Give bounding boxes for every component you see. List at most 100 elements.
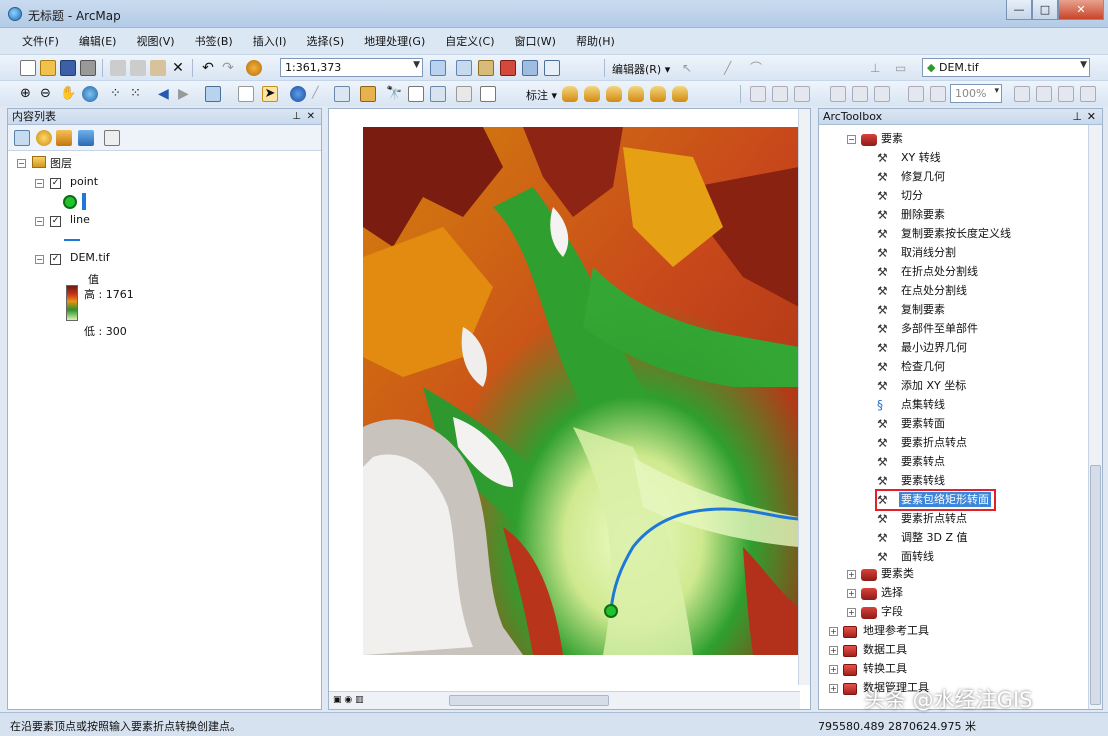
catalog-window-icon[interactable] [478, 60, 494, 76]
data-driven-pages-icon[interactable] [1080, 86, 1096, 102]
feature-class-toolset-label[interactable]: 要素类 [881, 565, 914, 583]
list-by-drawing-order-icon[interactable] [14, 130, 30, 146]
layout-view-buttons[interactable]: ▣ ◉ ▥ [333, 695, 373, 706]
label-menu[interactable]: 标注 ▾ [526, 87, 557, 103]
point-symbol-icon[interactable] [63, 195, 77, 209]
tool-item[interactable]: ⚒ 复制要素按长度定义线 [877, 225, 1013, 243]
menu-selection[interactable]: 选择(S) [297, 33, 355, 49]
list-by-visibility-icon[interactable] [56, 130, 72, 146]
tool-item[interactable]: ⚒ 最小边界几何 [877, 339, 969, 357]
label-weights-icon[interactable] [584, 86, 600, 102]
toolbox-scroll-thumb[interactable] [1090, 465, 1101, 705]
dem-collapse-toggle[interactable]: − [35, 255, 44, 264]
pause-labeling-icon[interactable] [628, 86, 644, 102]
georef-toolbox-toggle[interactable]: + [829, 627, 838, 636]
model-builder-icon[interactable] [544, 60, 560, 76]
data-toolbox-toggle[interactable]: + [829, 646, 838, 655]
selection-toggle[interactable]: + [847, 589, 856, 598]
line-visibility-checkbox[interactable]: ✓ [50, 216, 61, 227]
label-priority-icon[interactable] [672, 86, 688, 102]
split-tool-icon[interactable]: ⊥ [870, 60, 886, 76]
map-vertical-scrollbar[interactable] [798, 109, 810, 685]
toolbox-close-icon[interactable]: ✕ [1087, 109, 1096, 125]
editor-menu[interactable]: 编辑器(R) ▾ [612, 61, 670, 77]
fields-toolset-label[interactable]: 字段 [881, 603, 903, 621]
tool-item[interactable]: ⚒ 要素转线 [877, 472, 947, 490]
save-icon[interactable] [60, 60, 76, 76]
tool-item[interactable]: ⚒ 多部件至单部件 [877, 320, 980, 338]
tool-item[interactable]: ⚒ 要素折点转点 [877, 434, 969, 452]
zoom-whole-page-icon[interactable] [908, 86, 924, 102]
change-layout-icon[interactable] [1058, 86, 1074, 102]
features-toolset-toggle[interactable]: − [847, 135, 856, 144]
tool-item[interactable]: ⚒ 取消线分割 [877, 244, 958, 262]
tool-item[interactable]: ⚒ 在点处分割线 [877, 282, 969, 300]
menu-file[interactable]: 文件(F) [12, 33, 69, 49]
map-horizontal-scrollbar[interactable]: ▣ ◉ ▥ [329, 691, 800, 709]
list-by-source-icon[interactable] [36, 130, 52, 146]
create-viewer-icon[interactable] [456, 86, 472, 102]
straight-segment-icon[interactable]: ╱ [724, 60, 740, 76]
fit-to-display-icon[interactable] [772, 86, 788, 102]
tool-item[interactable]: ⚒ 复制要素 [877, 301, 947, 319]
select-elements-icon[interactable]: ➤ [262, 86, 278, 102]
pan-icon[interactable]: ✋ [60, 86, 76, 102]
menu-customize[interactable]: 自定义(C) [435, 33, 504, 49]
dem-color-ramp[interactable] [66, 285, 78, 321]
back-extent-icon[interactable]: ◀ [158, 86, 174, 102]
tool-item[interactable]: § 点集转线 [877, 396, 947, 414]
tool-item[interactable]: ⚒ 修复几何 [877, 168, 947, 186]
georef-toolbox-label[interactable]: 地理参考工具 [863, 622, 929, 640]
tool-item[interactable]: ⚒ XY 转线 [877, 149, 943, 167]
open-folder-icon[interactable] [40, 60, 56, 76]
list-by-selection-icon[interactable] [78, 130, 94, 146]
html-popup-icon[interactable]: ╱ [312, 86, 328, 102]
close-button[interactable]: ✕ [1058, 0, 1104, 20]
menu-edit[interactable]: 编辑(E) [69, 33, 127, 49]
layers-collapse-toggle[interactable]: − [17, 159, 26, 168]
dem-layer-name[interactable]: DEM.tif [70, 251, 110, 264]
map-view[interactable]: ▣ ◉ ▥ [328, 108, 811, 710]
rotate-tool-icon[interactable]: ▭ [895, 60, 911, 76]
fields-toggle[interactable]: + [847, 608, 856, 617]
tool-item[interactable]: ⚒ 调整 3D Z 值 [877, 529, 970, 547]
layout-zoom-combo[interactable]: 100% ▾ [950, 84, 1002, 103]
full-extent-icon[interactable] [82, 86, 98, 102]
label-manager-icon[interactable] [562, 86, 578, 102]
toolbox-vertical-scrollbar[interactable] [1088, 125, 1102, 709]
map-hscroll-thumb[interactable] [449, 695, 609, 706]
zoom-100-icon[interactable] [930, 86, 946, 102]
clear-selection-icon[interactable] [238, 86, 254, 102]
tool-item[interactable]: ⚒ 添加 XY 坐标 [877, 377, 968, 395]
toc-close-icon[interactable]: ✕ [307, 109, 315, 125]
selection-toolset-label[interactable]: 选择 [881, 584, 903, 602]
feature-class-toggle[interactable]: + [847, 570, 856, 579]
layer-combo[interactable]: ◆ DEM.tif ▼ [922, 58, 1090, 77]
menu-insert[interactable]: 插入(I) [243, 33, 297, 49]
tool-item[interactable]: ⚒ 删除要素 [877, 206, 947, 224]
add-control-points-icon[interactable] [794, 86, 810, 102]
forward-extent-icon[interactable]: ▶ [178, 86, 194, 102]
layout-zoom-out-icon[interactable] [852, 86, 868, 102]
menu-windows[interactable]: 窗口(W) [505, 33, 566, 49]
menu-help[interactable]: 帮助(H) [566, 33, 625, 49]
edit-tool-icon[interactable]: ↖ [682, 60, 698, 76]
redo-icon[interactable]: ↷ [220, 60, 236, 76]
python-window-icon[interactable] [522, 60, 538, 76]
zoom-out-icon[interactable]: ⊖ [40, 86, 56, 102]
toolbox-window-icon[interactable] [500, 60, 516, 76]
add-data-icon[interactable] [246, 60, 262, 76]
dem-raster-display[interactable] [363, 127, 799, 655]
measure-icon[interactable] [360, 86, 376, 102]
menu-geoprocessing[interactable]: 地理处理(G) [354, 33, 435, 49]
tool-item[interactable]: ⚒ 要素折点转点 [877, 510, 969, 528]
menu-view[interactable]: 视图(V) [126, 33, 184, 49]
tool-item[interactable]: ⚒ 切分 [877, 187, 925, 205]
line-collapse-toggle[interactable]: − [35, 217, 44, 226]
fixed-zoom-in-icon[interactable]: ⁘ [110, 86, 126, 102]
hyperlink-icon[interactable] [480, 86, 496, 102]
editor-toolbar-icon[interactable] [430, 60, 446, 76]
maximize-button[interactable]: □ [1032, 0, 1058, 20]
paste-icon[interactable] [150, 60, 166, 76]
tool-item[interactable]: ⚒ 面转线 [877, 548, 936, 566]
